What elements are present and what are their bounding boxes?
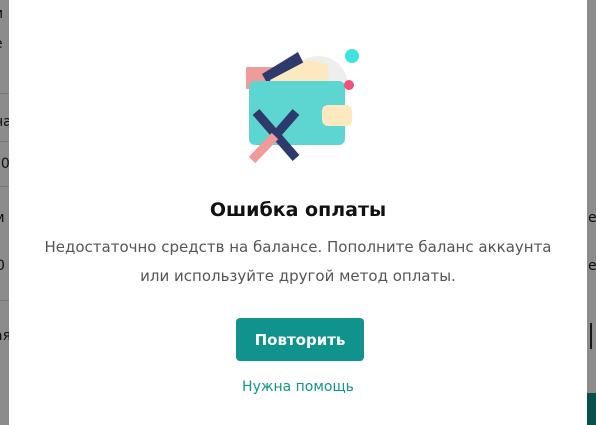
dialog-title: Ошибка оплаты <box>209 199 387 221</box>
help-link[interactable]: Нужна помощь <box>9 379 587 395</box>
wallet-clasp <box>322 105 352 126</box>
decor-dot-pink <box>344 80 354 90</box>
decor-dot-cyan <box>345 49 359 63</box>
wallet-error-illustration <box>246 49 359 164</box>
payment-error-dialog: Ошибка оплаты Недостаточно средств на ба… <box>9 0 587 425</box>
wallet-error-icon <box>236 44 364 166</box>
dialog-message: Недостаточно средств на балансе. Пополни… <box>44 238 552 285</box>
retry-button[interactable]: Повторить <box>236 318 364 361</box>
